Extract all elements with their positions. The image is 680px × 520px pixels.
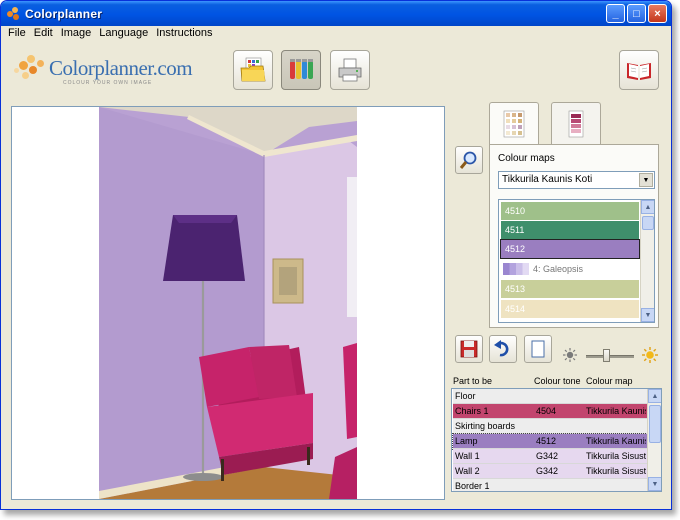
logo-brand: Colorplanner.com bbox=[49, 56, 193, 80]
save-button[interactable] bbox=[455, 335, 483, 363]
undo-button[interactable] bbox=[489, 335, 517, 363]
room-photo[interactable] bbox=[99, 107, 357, 499]
parts-table[interactable]: Floor Chairs 1 4504 Tikkurila Kaunis Ski… bbox=[451, 388, 662, 492]
blank-page-icon bbox=[531, 340, 545, 358]
row-tone: 4504 bbox=[536, 406, 557, 416]
printer-icon bbox=[338, 58, 362, 82]
logo: Colorplanner.com COLOUR YOUR OWN IMAGE bbox=[13, 51, 193, 87]
window-title: Colorplanner bbox=[25, 6, 103, 21]
row-map: Tikkurila Sisusta bbox=[586, 466, 646, 476]
open-image-button[interactable] bbox=[233, 50, 273, 90]
menu-image[interactable]: Image bbox=[57, 26, 96, 42]
swatch-label: 4513 bbox=[505, 284, 526, 294]
row-part: Chairs 1 bbox=[455, 406, 489, 416]
row-tone: G342 bbox=[536, 451, 559, 461]
swatch-scrollbar[interactable]: ▲ ▼ bbox=[640, 200, 654, 322]
scroll-up-icon[interactable]: ▲ bbox=[641, 200, 654, 214]
maximize-button[interactable]: □ bbox=[627, 4, 646, 23]
swatch-4511[interactable]: 4511 bbox=[501, 221, 639, 239]
swatch-label: 4512 bbox=[505, 244, 526, 254]
menu-bar: File Edit Image Language Instructions bbox=[1, 26, 671, 42]
row-map: Tikkurila Kaunis bbox=[586, 436, 646, 446]
title-bar[interactable]: Colorplanner _ □ × bbox=[1, 1, 671, 26]
table-row[interactable]: Wall 2 G342 Tikkurila Sisusta bbox=[453, 464, 647, 479]
brightness-low-icon bbox=[563, 348, 577, 362]
chevron-down-icon[interactable]: ▼ bbox=[639, 173, 653, 187]
row-map: Tikkurila Sisusta bbox=[586, 451, 646, 461]
paint-tubes-icon bbox=[290, 59, 313, 79]
swatch-label: 4510 bbox=[505, 206, 526, 216]
row-part: Wall 1 bbox=[455, 451, 480, 461]
app-icon bbox=[7, 6, 21, 21]
magnifier-icon bbox=[459, 151, 477, 169]
book-icon bbox=[627, 63, 651, 80]
scroll-thumb[interactable] bbox=[642, 216, 654, 230]
swatch-label: 4511 bbox=[505, 225, 525, 235]
colour-map-select[interactable]: Tikkurila Kaunis Koti ▼ bbox=[498, 171, 655, 189]
scroll-down-icon[interactable]: ▼ bbox=[641, 308, 654, 322]
row-map: Tikkurila Kaunis bbox=[586, 406, 646, 416]
table-row[interactable]: Wall 1 G342 Tikkurila Sisusta bbox=[453, 449, 647, 464]
group-thumb bbox=[503, 263, 529, 275]
menu-language[interactable]: Language bbox=[95, 26, 152, 42]
brightness-high-icon bbox=[642, 347, 658, 363]
tab-colour-maps[interactable] bbox=[489, 102, 539, 144]
row-part: Skirting boards bbox=[455, 421, 516, 431]
swatch-4510[interactable]: 4510 bbox=[501, 202, 639, 220]
paint-colors-button[interactable] bbox=[281, 50, 321, 90]
swatch-group-galeopsis[interactable]: 4: Galeopsis bbox=[501, 260, 639, 278]
parts-scrollbar[interactable]: ▲ ▼ bbox=[647, 389, 661, 491]
tab-colour-card[interactable] bbox=[551, 102, 601, 144]
scroll-up-icon[interactable]: ▲ bbox=[648, 389, 661, 403]
row-part: Border 1 bbox=[455, 481, 490, 491]
colour-chart-icon bbox=[503, 110, 525, 137]
row-part: Wall 2 bbox=[455, 466, 480, 476]
swatch-group-label: 4: Galeopsis bbox=[533, 264, 584, 274]
swatch-4512[interactable]: 4512 bbox=[500, 239, 640, 259]
colour-strip-icon bbox=[568, 110, 584, 137]
col-map: Colour map bbox=[586, 376, 633, 386]
room-image bbox=[99, 107, 357, 499]
row-part: Lamp bbox=[455, 436, 478, 446]
col-tone: Colour tone bbox=[534, 376, 581, 386]
brightness-slider-thumb[interactable] bbox=[603, 349, 610, 362]
table-row[interactable]: Lamp 4512 Tikkurila Kaunis bbox=[452, 433, 648, 450]
logo-tagline: COLOUR YOUR OWN IMAGE bbox=[63, 80, 153, 86]
colour-maps-label: Colour maps bbox=[498, 153, 555, 164]
app-window: Colorplanner _ □ × File Edit Image Langu… bbox=[0, 0, 672, 510]
open-folder-icon bbox=[240, 57, 266, 82]
row-tone: 4512 bbox=[536, 436, 557, 446]
row-part: Floor bbox=[455, 391, 476, 401]
close-button[interactable]: × bbox=[648, 4, 667, 23]
toolbar: Colorplanner.com COLOUR YOUR OWN IMAGE bbox=[1, 43, 671, 101]
colour-map-selected: Tikkurila Kaunis Koti bbox=[502, 174, 593, 185]
swatch-4514[interactable]: 4514 bbox=[501, 300, 639, 318]
menu-file[interactable]: File bbox=[4, 26, 30, 42]
new-page-button[interactable] bbox=[524, 335, 552, 363]
scroll-thumb[interactable] bbox=[649, 405, 661, 443]
instructions-button[interactable] bbox=[619, 50, 659, 90]
colour-maps-panel: Colour maps Tikkurila Kaunis Koti ▼ 4510… bbox=[489, 144, 659, 328]
menu-edit[interactable]: Edit bbox=[30, 26, 57, 42]
scroll-down-icon[interactable]: ▼ bbox=[648, 477, 661, 491]
row-tone: G342 bbox=[536, 466, 559, 476]
colour-swatch-list[interactable]: 4510 4511 4512 4: Galeopsis 4513 4514 ▲ … bbox=[498, 199, 655, 323]
table-row[interactable]: Floor bbox=[453, 389, 647, 404]
table-row[interactable]: Skirting boards bbox=[453, 419, 647, 434]
table-row[interactable]: Border 1 bbox=[453, 479, 647, 491]
floppy-disk-icon bbox=[460, 340, 478, 358]
print-button[interactable] bbox=[330, 50, 370, 90]
brightness-slider-track[interactable] bbox=[586, 355, 634, 358]
minimize-button[interactable]: _ bbox=[606, 4, 625, 23]
table-row[interactable]: Chairs 1 4504 Tikkurila Kaunis bbox=[453, 404, 647, 419]
undo-arrow-icon bbox=[494, 340, 509, 357]
col-part: Part to be bbox=[453, 376, 493, 386]
swatch-4513[interactable]: 4513 bbox=[501, 280, 639, 298]
zoom-button[interactable] bbox=[455, 146, 483, 174]
image-canvas[interactable] bbox=[11, 106, 445, 500]
swatch-label: 4514 bbox=[505, 304, 526, 314]
menu-instructions[interactable]: Instructions bbox=[152, 26, 216, 42]
